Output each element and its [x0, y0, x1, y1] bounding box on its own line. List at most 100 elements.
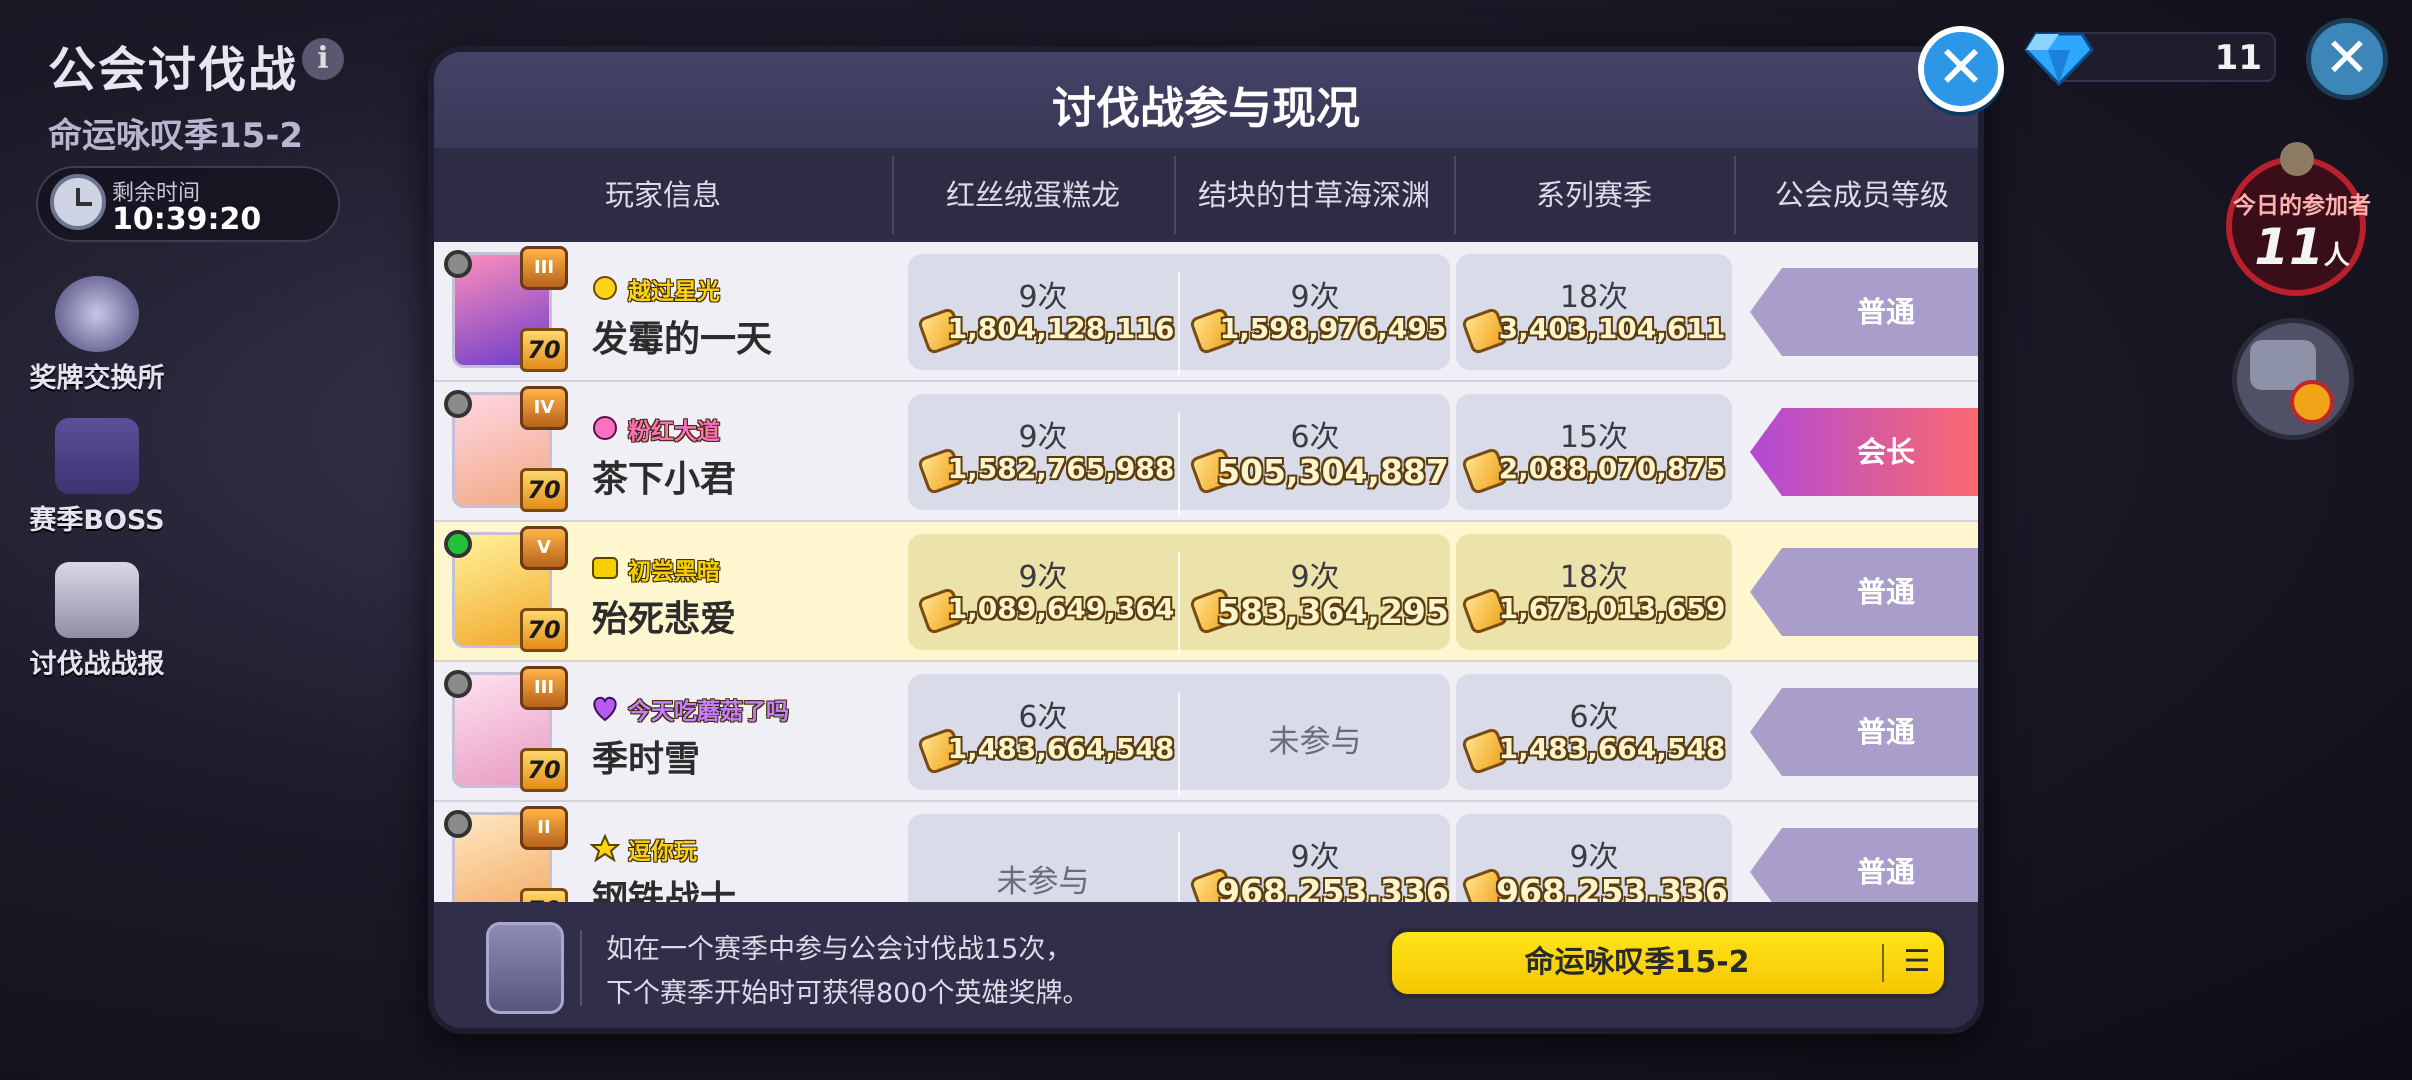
member-row[interactable]: III 70 越过星光 发霉的一天 9次 1,804,128,116 9次 1,… — [434, 242, 1978, 382]
season-score: 1,483,664,548 — [1498, 732, 1726, 765]
battle-report-icon — [55, 562, 139, 638]
boss2-score: 968,253,336 — [1217, 872, 1449, 902]
diamond-icon — [2024, 32, 2094, 87]
member-role-badge: 普通 — [1750, 268, 1978, 356]
column-header-season: 系列赛季 — [1454, 148, 1734, 242]
member-title: 逗你玩 — [628, 839, 697, 865]
boss-stats-box: 未参与 9次 968,253,336 — [908, 814, 1450, 902]
level-badge: 70 — [520, 328, 568, 372]
season-stats-box: 9次 968,253,336 — [1456, 814, 1732, 902]
boss-stats-box: 9次 1,582,765,988 6次 505,304,887 — [908, 394, 1450, 516]
rank-badge: II — [520, 806, 568, 850]
boss1-score: 1,804,128,116 — [947, 312, 1175, 345]
today-participants-label: 今日的参加者 — [2233, 193, 2371, 219]
medal-icon — [2290, 380, 2334, 424]
boss-stats-box: 9次 1,804,128,116 9次 1,598,976,495 — [908, 254, 1450, 376]
flower-icon — [593, 416, 617, 440]
season-count: 9次 — [1569, 840, 1619, 875]
dialog-title: 讨伐战参与现况 — [1052, 83, 1360, 134]
offline-status-icon — [444, 390, 472, 418]
season-count: 18次 — [1559, 280, 1629, 315]
boss2-score: 1,598,976,495 — [1219, 312, 1447, 345]
member-name: 季时雪 — [592, 739, 701, 780]
season-boss-label: 赛季BOSS — [29, 505, 165, 536]
boss2-stat: 6次 505,304,887 — [1180, 394, 1450, 510]
boss-stats-box: 6次 1,483,664,548 未参与 — [908, 674, 1450, 796]
season-stat: 18次 1,673,013,659 — [1456, 534, 1732, 650]
member-title: 粉红大道 — [628, 419, 720, 445]
dialog-header: 讨伐战参与现况 — [434, 52, 1978, 148]
boss2-score: 583,364,295 — [1217, 592, 1449, 631]
today-participants-badge[interactable]: 今日的参加者 11人 — [2226, 156, 2371, 296]
column-divider — [892, 156, 894, 234]
online-status-icon — [444, 530, 472, 558]
column-header-boss1: 红丝绒蛋糕龙 — [892, 148, 1174, 242]
level-badge: 70 — [520, 748, 568, 792]
leader-role-badge: 会长 — [1750, 408, 1978, 496]
member-name: 发霉的一天 — [592, 319, 773, 360]
season-count: 6次 — [1569, 700, 1619, 735]
boss1-stat: 9次 1,804,128,116 — [908, 254, 1178, 370]
season-stat: 15次 2,088,070,875 — [1456, 394, 1732, 510]
boss-stats-box: 9次 1,089,649,364 9次 583,364,295 — [908, 534, 1450, 656]
boss1-score: 1,089,649,364 — [947, 592, 1175, 625]
member-name: 殆死悲爱 — [592, 599, 737, 640]
level-badge: 70 — [520, 468, 568, 512]
boss1-stat: 9次 1,089,649,364 — [908, 534, 1178, 650]
participation-status-dialog: 讨伐战参与现况 玩家信息 红丝绒蛋糕龙 结块的甘草海深渊 系列赛季 公会成员等级… — [428, 46, 1984, 1034]
scroll-icon — [592, 557, 618, 579]
battle-report-button[interactable]: 讨伐战战报 — [12, 562, 182, 681]
season-boss-icon — [55, 418, 139, 494]
person-icon — [2280, 142, 2314, 176]
member-row[interactable]: III 70 今天吃蘑菇了吗 季时雪 6次 1,483,664,548 未参与 … — [434, 662, 1978, 802]
boss2-stat: 9次 1,598,976,495 — [1180, 254, 1450, 370]
season-select-button[interactable]: 命运咏叹季15-2 ☰ — [1388, 928, 1948, 998]
boss1-score: 1,483,664,548 — [947, 732, 1175, 765]
boss1-not-participated: 未参与 — [996, 864, 1090, 900]
offline-status-icon — [444, 810, 472, 838]
reward-notice: 如在一个赛季中参与公会讨伐战15次， 下个赛季开始时可获得800个英雄奖牌。 — [606, 928, 1090, 1016]
rank-badge: V — [520, 526, 568, 570]
column-header-boss2: 结块的甘草海深渊 — [1174, 148, 1454, 242]
season-score: 2,088,070,875 — [1498, 452, 1726, 485]
menu-icon[interactable]: ☰ — [1900, 947, 1934, 978]
member-role-badge: 普通 — [1750, 688, 1978, 776]
star-icon — [590, 834, 620, 862]
member-title: 初尝黑暗 — [628, 559, 720, 585]
member-role-badge: 普通 — [1750, 548, 1978, 636]
boss2-stat: 9次 968,253,336 — [1180, 814, 1450, 902]
season-stats-box: 15次 2,088,070,875 — [1456, 394, 1732, 510]
rank-badge: III — [520, 666, 568, 710]
member-role-badge: 普通 — [1750, 828, 1978, 902]
season-stats-box: 18次 3,403,104,611 — [1456, 254, 1732, 370]
close-dialog-button[interactable]: ✕ — [1918, 26, 2004, 112]
season-stats-box: 6次 1,483,664,548 — [1456, 674, 1732, 790]
heart-icon — [593, 696, 617, 722]
gem-count: 11 — [2214, 38, 2262, 78]
hero-medal-icon — [486, 922, 564, 1014]
member-list[interactable]: III 70 越过星光 发霉的一天 9次 1,804,128,116 9次 1,… — [434, 242, 1978, 902]
member-row[interactable]: IV 70 粉红大道 茶下小君 9次 1,582,765,988 6次 505,… — [434, 382, 1978, 522]
member-row-self[interactable]: V 70 初尝黑暗 殆死悲爱 9次 1,089,649,364 9次 583,3… — [434, 522, 1978, 662]
close-screen-button[interactable]: ✕ — [2306, 18, 2388, 100]
button-divider — [1882, 944, 1884, 982]
column-divider — [1174, 156, 1176, 234]
season-score: 1,673,013,659 — [1498, 592, 1726, 625]
boss2-stat: 9次 583,364,295 — [1180, 534, 1450, 650]
member-title: 今天吃蘑菇了吗 — [628, 699, 789, 725]
info-icon[interactable]: i — [302, 38, 344, 80]
member-title: 越过星光 — [628, 279, 720, 305]
column-divider — [1454, 156, 1456, 234]
battle-report-label: 讨伐战战报 — [29, 649, 165, 680]
medal-exchange-icon — [55, 276, 139, 352]
season-boss-button[interactable]: 赛季BOSS — [12, 418, 182, 537]
rank-badge: IV — [520, 386, 568, 430]
boss2-score: 505,304,887 — [1217, 452, 1449, 491]
medal-exchange-button[interactable]: 奖牌交换所 — [12, 276, 182, 395]
clock-icon — [50, 174, 106, 230]
today-participants-value: 11人 — [2254, 218, 2350, 276]
offline-status-icon — [444, 670, 472, 698]
member-row[interactable]: II 70 逗你玩 钢铁战士 未参与 9次 968,253,336 9次 — [434, 802, 1978, 902]
season-count: 18次 — [1559, 560, 1629, 595]
member-name: 茶下小君 — [592, 459, 737, 500]
